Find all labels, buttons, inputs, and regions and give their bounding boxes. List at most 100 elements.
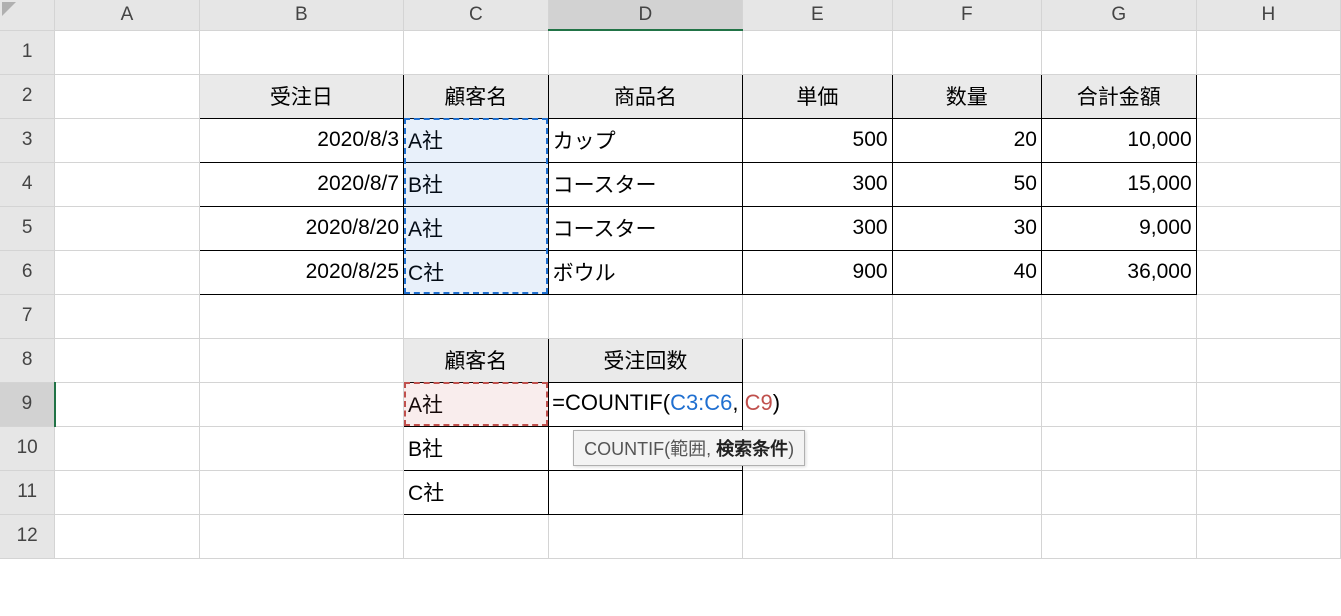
cell-C2[interactable]: 顧客名 <box>404 74 549 118</box>
cell-H10[interactable] <box>1196 426 1340 470</box>
cell-B8[interactable] <box>199 338 403 382</box>
cell-B1[interactable] <box>199 30 403 74</box>
cell-C5[interactable]: A社 <box>404 206 549 250</box>
cell-C9[interactable]: A社 <box>404 382 549 426</box>
cell-G1[interactable] <box>1041 30 1196 74</box>
cell-E8[interactable] <box>743 338 892 382</box>
cell-C3[interactable]: A社 <box>404 118 549 162</box>
cell-G8[interactable] <box>1041 338 1196 382</box>
cell-F4[interactable]: 50 <box>892 162 1041 206</box>
cell-B7[interactable] <box>199 294 403 338</box>
col-header-E[interactable]: E <box>743 0 892 30</box>
cell-H1[interactable] <box>1196 30 1340 74</box>
cell-B10[interactable] <box>199 426 403 470</box>
cell-A8[interactable] <box>55 338 199 382</box>
cell-G12[interactable] <box>1041 514 1196 558</box>
cell-A6[interactable] <box>55 250 199 294</box>
cell-D4[interactable]: コースター <box>548 162 743 206</box>
cell-D8[interactable]: 受注回数 <box>548 338 743 382</box>
cell-E11[interactable] <box>743 470 892 514</box>
cell-H2[interactable] <box>1196 74 1340 118</box>
cell-H12[interactable] <box>1196 514 1340 558</box>
spreadsheet[interactable]: ABCDEFGH12受注日顧客名商品名単価数量合計金額32020/8/3A社カッ… <box>0 0 1341 559</box>
cell-D3[interactable]: カップ <box>548 118 743 162</box>
cell-A2[interactable] <box>55 74 199 118</box>
cell-B12[interactable] <box>199 514 403 558</box>
row-header-11[interactable]: 11 <box>0 470 55 514</box>
row-header-3[interactable]: 3 <box>0 118 55 162</box>
cell-D1[interactable] <box>548 30 743 74</box>
cell-E12[interactable] <box>743 514 892 558</box>
cell-H9[interactable] <box>1196 382 1340 426</box>
cell-A1[interactable] <box>55 30 199 74</box>
row-header-5[interactable]: 5 <box>0 206 55 250</box>
cell-H11[interactable] <box>1196 470 1340 514</box>
cell-H7[interactable] <box>1196 294 1340 338</box>
cell-C7[interactable] <box>404 294 549 338</box>
cell-B4[interactable]: 2020/8/7 <box>199 162 403 206</box>
cell-H8[interactable] <box>1196 338 1340 382</box>
cell-D11[interactable] <box>548 470 743 514</box>
cell-B11[interactable] <box>199 470 403 514</box>
cell-D5[interactable]: コースター <box>548 206 743 250</box>
cell-H4[interactable] <box>1196 162 1340 206</box>
cell-A5[interactable] <box>55 206 199 250</box>
cell-F5[interactable]: 30 <box>892 206 1041 250</box>
cell-F10[interactable] <box>892 426 1041 470</box>
cell-E9[interactable] <box>743 382 892 426</box>
cell-F11[interactable] <box>892 470 1041 514</box>
cell-A4[interactable] <box>55 162 199 206</box>
col-header-F[interactable]: F <box>892 0 1041 30</box>
row-header-4[interactable]: 4 <box>0 162 55 206</box>
cell-F6[interactable]: 40 <box>892 250 1041 294</box>
col-header-H[interactable]: H <box>1196 0 1340 30</box>
cell-C1[interactable] <box>404 30 549 74</box>
cell-G10[interactable] <box>1041 426 1196 470</box>
cell-A10[interactable] <box>55 426 199 470</box>
cell-G9[interactable] <box>1041 382 1196 426</box>
row-header-2[interactable]: 2 <box>0 74 55 118</box>
cell-C10[interactable]: B社 <box>404 426 549 470</box>
cell-G4[interactable]: 15,000 <box>1041 162 1196 206</box>
cell-D7[interactable] <box>548 294 743 338</box>
cell-A9[interactable] <box>55 382 199 426</box>
col-header-D[interactable]: D <box>548 0 743 30</box>
cell-F1[interactable] <box>892 30 1041 74</box>
cell-E7[interactable] <box>743 294 892 338</box>
cell-G11[interactable] <box>1041 470 1196 514</box>
cell-A11[interactable] <box>55 470 199 514</box>
grid[interactable]: ABCDEFGH12受注日顧客名商品名単価数量合計金額32020/8/3A社カッ… <box>0 0 1341 559</box>
cell-D12[interactable] <box>548 514 743 558</box>
cell-C12[interactable] <box>404 514 549 558</box>
cell-E5[interactable]: 300 <box>743 206 892 250</box>
col-header-A[interactable]: A <box>55 0 199 30</box>
cell-C6[interactable]: C社 <box>404 250 549 294</box>
cell-E1[interactable] <box>743 30 892 74</box>
cell-B6[interactable]: 2020/8/25 <box>199 250 403 294</box>
col-header-B[interactable]: B <box>199 0 403 30</box>
row-header-1[interactable]: 1 <box>0 30 55 74</box>
cell-H6[interactable] <box>1196 250 1340 294</box>
row-header-12[interactable]: 12 <box>0 514 55 558</box>
cell-F7[interactable] <box>892 294 1041 338</box>
cell-D6[interactable]: ボウル <box>548 250 743 294</box>
cell-A3[interactable] <box>55 118 199 162</box>
cell-E2[interactable]: 単価 <box>743 74 892 118</box>
cell-F9[interactable] <box>892 382 1041 426</box>
cell-H5[interactable] <box>1196 206 1340 250</box>
cell-B2[interactable]: 受注日 <box>199 74 403 118</box>
cell-E3[interactable]: 500 <box>743 118 892 162</box>
cell-F12[interactable] <box>892 514 1041 558</box>
cell-F2[interactable]: 数量 <box>892 74 1041 118</box>
col-header-C[interactable]: C <box>404 0 549 30</box>
select-all-triangle[interactable] <box>2 2 16 16</box>
row-header-9[interactable]: 9 <box>0 382 55 426</box>
row-header-6[interactable]: 6 <box>0 250 55 294</box>
cell-G2[interactable]: 合計金額 <box>1041 74 1196 118</box>
cell-G7[interactable] <box>1041 294 1196 338</box>
cell-D2[interactable]: 商品名 <box>548 74 743 118</box>
cell-C4[interactable]: B社 <box>404 162 549 206</box>
cell-C11[interactable]: C社 <box>404 470 549 514</box>
cell-D9[interactable] <box>548 382 743 426</box>
cell-H3[interactable] <box>1196 118 1340 162</box>
